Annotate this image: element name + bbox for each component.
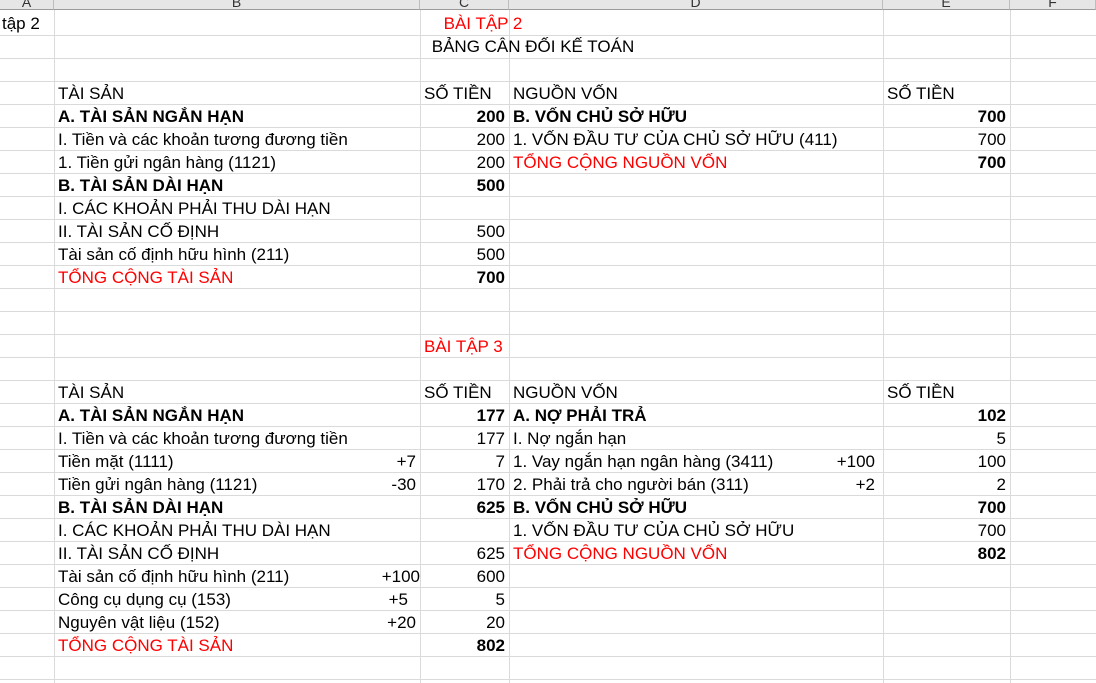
bt2-row-label[interactable]: B. TÀI SẢN DÀI HẠN xyxy=(54,174,420,197)
bt3-header-sources-amount[interactable]: SỐ TIỀN xyxy=(883,381,1010,404)
bt2-header-sources-amount[interactable]: SỐ TIỀN xyxy=(883,82,1010,105)
bt3-source-amount[interactable]: 700 xyxy=(883,496,1010,519)
bt2-source-label[interactable]: 1. VỐN ĐẦU TƯ CỦA CHỦ SỞ HỮU (411) xyxy=(509,128,883,151)
bt2-row-label[interactable]: Tài sản cố định hữu hình (211) xyxy=(54,243,420,266)
bt3-row-adjustment[interactable]: +5 xyxy=(54,588,420,611)
bt3-row-amount[interactable]: 5 xyxy=(420,588,509,611)
bt2-total-sources-amount[interactable]: 700 xyxy=(883,151,1010,174)
bt2-row-amount[interactable]: 500 xyxy=(420,220,509,243)
bt3-source-label[interactable]: B. VỐN CHỦ SỞ HỮU xyxy=(509,496,883,519)
bt3-row-amount[interactable]: 177 xyxy=(420,404,509,427)
balance-sheet-title[interactable]: BẢNG CÂN ĐỐI KẾ TOÁN xyxy=(400,35,666,58)
bt3-row-adjustment[interactable]: -30 xyxy=(54,473,420,496)
column-header-d[interactable]: D xyxy=(509,0,883,10)
bt3-row-adjustment[interactable]: +100 xyxy=(54,565,420,588)
bt2-row-label[interactable]: I. Tiền và các khoản tương đương tiền xyxy=(54,128,420,151)
bt2-row-amount[interactable]: 500 xyxy=(420,174,509,197)
bt3-row-label[interactable]: I. Tiền và các khoản tương đương tiền xyxy=(54,427,420,450)
bt3-total-sources-label[interactable]: TỔNG CỘNG NGUỒN VỐN xyxy=(509,542,883,565)
gridline xyxy=(0,334,1096,335)
bt3-header-assets[interactable]: TÀI SẢN xyxy=(54,381,420,404)
bt2-row-amount[interactable]: 200 xyxy=(420,151,509,174)
bt3-source-amount[interactable]: 100 xyxy=(883,450,1010,473)
bt3-total-assets-label[interactable]: TỔNG CỘNG TÀI SẢN xyxy=(54,634,420,657)
bt3-source-amount[interactable]: 700 xyxy=(883,519,1010,542)
bt2-source-label[interactable]: B. VỐN CHỦ SỞ HỮU xyxy=(509,105,883,128)
exercise-2-title[interactable]: BÀI TẬP 2 xyxy=(370,12,596,35)
bt3-row-amount[interactable]: 600 xyxy=(420,565,509,588)
bt3-row-amount[interactable]: 625 xyxy=(420,496,509,519)
bt2-row-label[interactable]: I. CÁC KHOẢN PHẢI THU DÀI HẠN xyxy=(54,197,420,220)
column-header-b[interactable]: B xyxy=(54,0,420,10)
cell-a1[interactable]: tập 2 xyxy=(0,12,54,35)
bt3-row-amount[interactable]: 625 xyxy=(420,542,509,565)
gridline xyxy=(0,357,1096,358)
bt2-header-assets-amount[interactable]: SỐ TIỀN xyxy=(420,82,509,105)
bt2-row-label[interactable]: II. TÀI SẢN CỐ ĐỊNH xyxy=(54,220,420,243)
bt3-header-assets-amount[interactable]: SỐ TIỀN xyxy=(420,381,509,404)
bt2-row-label[interactable]: A. TÀI SẢN NGẮN HẠN xyxy=(54,105,420,128)
exercise-3-title[interactable]: BÀI TẬP 3 xyxy=(420,335,540,358)
bt3-source-adjustment[interactable]: +100 xyxy=(509,450,883,473)
column-header-a[interactable]: A xyxy=(0,0,54,10)
bt2-total-assets-label[interactable]: TỔNG CỘNG TÀI SẢN xyxy=(54,266,420,289)
bt3-row-amount[interactable]: 170 xyxy=(420,473,509,496)
bt3-row-label[interactable]: B. TÀI SẢN DÀI HẠN xyxy=(54,496,420,519)
bt3-row-adjustment[interactable]: +7 xyxy=(54,450,420,473)
bt3-row-label[interactable]: II. TÀI SẢN CỐ ĐỊNH xyxy=(54,542,420,565)
gridline xyxy=(1010,10,1011,683)
bt3-row-amount[interactable]: 20 xyxy=(420,611,509,634)
bt2-source-amount[interactable]: 700 xyxy=(883,105,1010,128)
bt3-source-label[interactable]: A. NỢ PHẢI TRẢ xyxy=(509,404,883,427)
bt3-row-adjustment[interactable]: +20 xyxy=(54,611,420,634)
bt3-source-label[interactable]: 1. VỐN ĐẦU TƯ CỦA CHỦ SỞ HỮU xyxy=(509,519,883,542)
bt3-row-label[interactable]: A. TÀI SẢN NGẮN HẠN xyxy=(54,404,420,427)
bt2-row-amount[interactable]: 200 xyxy=(420,105,509,128)
bt2-header-sources[interactable]: NGUỒN VỐN xyxy=(509,82,883,105)
column-header-e[interactable]: E xyxy=(883,0,1010,10)
bt3-source-label[interactable]: I. Nợ ngắn hạn xyxy=(509,427,883,450)
bt3-total-sources-amount[interactable]: 802 xyxy=(883,542,1010,565)
bt3-source-amount[interactable]: 2 xyxy=(883,473,1010,496)
gridline xyxy=(0,311,1096,312)
bt2-total-sources-label[interactable]: TỔNG CỘNG NGUỒN VỐN xyxy=(509,151,883,174)
bt3-row-amount[interactable]: 177 xyxy=(420,427,509,450)
bt3-source-adjustment[interactable]: +2 xyxy=(509,473,883,496)
bt2-row-amount[interactable]: 200 xyxy=(420,128,509,151)
bt2-row-amount[interactable]: 500 xyxy=(420,243,509,266)
bt3-source-amount[interactable]: 102 xyxy=(883,404,1010,427)
bt2-source-amount[interactable]: 700 xyxy=(883,128,1010,151)
bt3-row-amount[interactable]: 7 xyxy=(420,450,509,473)
bt2-total-assets-amount[interactable]: 700 xyxy=(420,266,509,289)
bt3-source-amount[interactable]: 5 xyxy=(883,427,1010,450)
column-header-c[interactable]: C xyxy=(420,0,509,10)
column-header-f[interactable]: F xyxy=(1010,0,1096,10)
gridline xyxy=(0,58,1096,59)
bt2-header-assets[interactable]: TÀI SẢN xyxy=(54,82,420,105)
spreadsheet-grid[interactable]: A B C D E F tập 2 BÀI TẬP 2 BẢNG CÂN ĐỐI… xyxy=(0,0,1096,683)
bt3-row-label[interactable]: I. CÁC KHOẢN PHẢI THU DÀI HẠN xyxy=(54,519,420,542)
bt2-row-label[interactable]: 1. Tiền gửi ngân hàng (1121) xyxy=(54,151,420,174)
bt3-header-sources[interactable]: NGUỒN VỐN xyxy=(509,381,883,404)
gridline xyxy=(0,679,1096,680)
bt3-total-assets-amount[interactable]: 802 xyxy=(420,634,509,657)
